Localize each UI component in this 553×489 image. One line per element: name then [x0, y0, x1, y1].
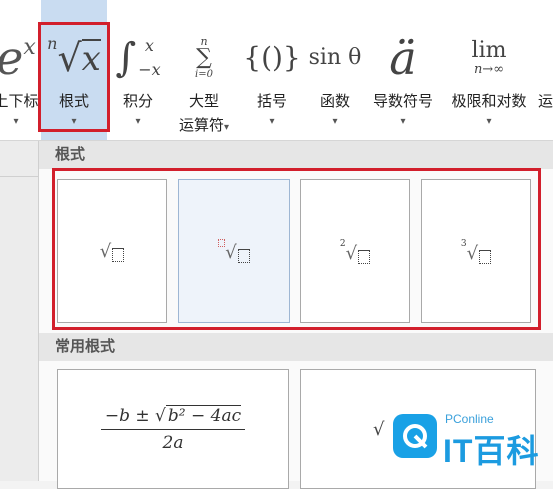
superscript-icon: ex [0, 31, 36, 85]
large-operator-icon: n ∑ i=0 [195, 34, 213, 80]
section-title-radicals: 根式 [39, 141, 553, 169]
function-icon: sin θ [308, 45, 362, 70]
superscript-button[interactable]: ex 上下标 ▾ [0, 0, 42, 140]
chevron-down-icon: ▾ [400, 116, 406, 127]
bracket-icon: {()} [243, 41, 301, 74]
chevron-down-icon: ▾ [71, 116, 77, 127]
tile-nth-root[interactable]: √ [178, 179, 290, 323]
watermark: PConline IT百科 [393, 412, 543, 472]
quadratic-formula: −b ± √ b² − 4ac 2a [100, 404, 246, 453]
limit-log-label: 极限和对数 [451, 93, 527, 110]
watermark-small-text: PConline [445, 412, 494, 426]
tile-square-root-degree[interactable]: 2 √ [300, 179, 410, 323]
function-label: 函数 [319, 93, 350, 110]
chevron-down-icon: ▾ [13, 116, 19, 127]
square-root-icon: √ [100, 241, 125, 262]
equation-ribbon: ex 上下标 ▾ n√x 根式 ▾ ∫ x−x 积分 ▾ n ∑ i=0 大型 … [0, 0, 553, 141]
large-operator-button[interactable]: n ∑ i=0 大型 运算符▾ [168, 0, 240, 140]
integral-icon: ∫ x −x [115, 34, 161, 81]
radical-symbol: √ [373, 418, 385, 440]
tile-cube-root[interactable]: 3 √ [421, 179, 531, 323]
nth-root-icon: √ [218, 239, 250, 263]
document-area [0, 141, 38, 481]
superscript-label: 上下标 [0, 93, 39, 110]
operator-label: 运 [538, 93, 553, 110]
integral-label: 积分 [122, 93, 153, 110]
bracket-label: 括号 [256, 93, 287, 110]
accent-icon: ä [389, 30, 417, 85]
chevron-down-icon: ▾ [269, 116, 275, 127]
section-title-common-radicals: 常用根式 [39, 333, 553, 361]
divider [0, 176, 38, 177]
function-button[interactable]: sin θ 函数 ▾ [304, 0, 366, 140]
bracket-button[interactable]: {()} 括号 ▾ [242, 0, 302, 140]
chevron-down-icon: ▾ [486, 116, 492, 127]
tile-quadratic-formula[interactable]: −b ± √ b² − 4ac 2a [57, 369, 289, 489]
watermark-big-text: IT百科 [443, 433, 540, 469]
chevron-down-icon: ▾ [135, 116, 141, 127]
large-operator-label-2: 运算符▾ [178, 117, 230, 134]
accent-button[interactable]: ä 导数符号 ▾ [366, 0, 440, 140]
square-root-degree-icon: 2 √ [340, 239, 371, 264]
tile-square-root[interactable]: √ [57, 179, 167, 323]
integral-button[interactable]: ∫ x −x 积分 ▾ [110, 0, 166, 140]
limit-log-button[interactable]: lim n→∞ 极限和对数 ▾ [442, 0, 536, 140]
operator-button[interactable]: 运 [538, 0, 553, 140]
pconline-logo-icon [393, 414, 437, 458]
chevron-down-icon: ▾ [332, 116, 338, 127]
limit-log-icon: lim n→∞ [471, 37, 507, 77]
accent-label: 导数符号 [372, 93, 433, 110]
cube-root-icon: 3 √ [461, 239, 492, 264]
radical-icon: n √ x [47, 34, 101, 80]
large-operator-label: 大型 [188, 93, 219, 110]
radical-label: 根式 [58, 93, 89, 110]
radical-button[interactable]: n √ x 根式 ▾ [41, 0, 107, 140]
